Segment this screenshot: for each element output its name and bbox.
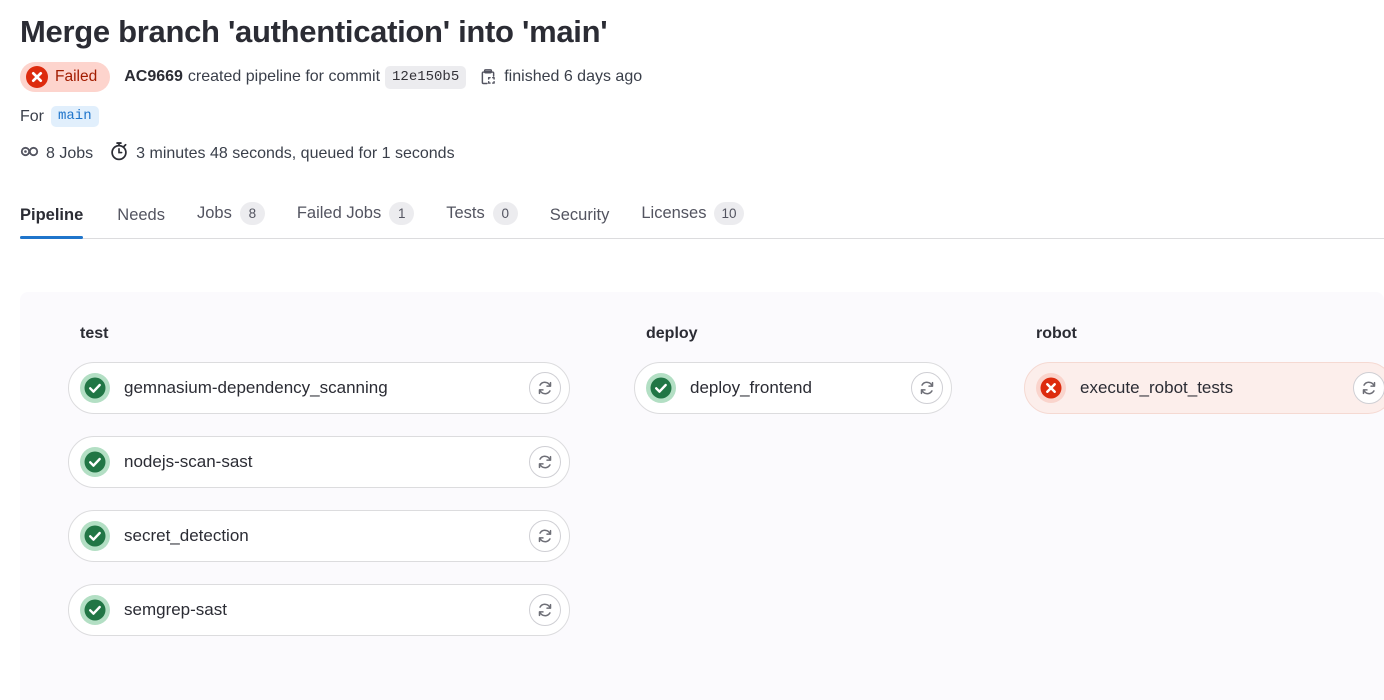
tab-security[interactable]: Security xyxy=(534,206,626,238)
stage-column-robot: robot execute_robot_tests xyxy=(1024,324,1384,436)
tab-tests[interactable]: Tests 0 xyxy=(430,202,534,238)
stage-name: robot xyxy=(1036,325,1077,342)
pipeline-graph: test gemnasium-dependency_scanning nodejs-… xyxy=(20,292,1384,700)
tab-label: Pipeline xyxy=(20,206,84,224)
retry-job-button[interactable] xyxy=(529,594,561,626)
retry-job-button[interactable] xyxy=(529,520,561,552)
duration-label: 3 minutes 48 seconds, queued for 1 secon… xyxy=(136,144,455,162)
retry-job-button[interactable] xyxy=(911,372,943,404)
jobs-count-label: 8 Jobs xyxy=(46,144,94,162)
pipeline-ref-row: For main xyxy=(20,106,1384,127)
job-card[interactable]: gemnasium-dependency_scanning xyxy=(68,362,570,414)
job-card[interactable]: semgrep-sast xyxy=(68,584,570,636)
job-name: semgrep-sast xyxy=(124,600,227,619)
status-success-icon xyxy=(79,372,111,404)
stage-column-deploy: deploy deploy_frontend xyxy=(634,324,952,436)
created-text: created pipeline for commit xyxy=(187,68,381,85)
tab-label: Jobs xyxy=(196,204,232,222)
status-success-icon xyxy=(79,594,111,626)
pipeline-author[interactable]: AC9669 xyxy=(124,68,183,86)
tab-badge: 0 xyxy=(492,202,518,225)
tab-label: Needs xyxy=(117,206,165,224)
page-title: Merge branch 'authentication' into 'main… xyxy=(20,14,608,49)
pipeline-stats-row: 8 Jobs 3 minutes 48 seconds, queued for … xyxy=(20,141,1384,166)
stage-name: test xyxy=(80,325,109,342)
status-failed-icon xyxy=(1035,372,1067,404)
stage-column-test: test gemnasium-dependency_scanning nodejs-… xyxy=(68,324,570,658)
pipeline-header: Merge branch 'authentication' into 'main… xyxy=(0,0,1384,166)
tab-pipeline[interactable]: Pipeline xyxy=(20,206,101,239)
for-label: For xyxy=(20,107,44,125)
job-card[interactable]: secret_detection xyxy=(68,510,570,562)
tab-label: Licenses xyxy=(641,204,707,222)
finished-text: finished 6 days ago xyxy=(504,68,643,85)
job-name: secret_detection xyxy=(124,526,249,545)
tab-failed-jobs[interactable]: Failed Jobs 1 xyxy=(281,202,430,238)
job-card[interactable]: execute_robot_tests xyxy=(1024,362,1384,414)
tab-badge: 10 xyxy=(714,202,744,225)
retry-job-button[interactable] xyxy=(529,446,561,478)
clipboard-copy-icon[interactable] xyxy=(476,65,500,89)
pipeline-jobs-icon xyxy=(20,142,39,166)
job-name: deploy_frontend xyxy=(690,378,812,397)
tab-label: Tests xyxy=(446,204,485,222)
status-badge: Failed xyxy=(20,62,111,92)
ref-chip[interactable]: main xyxy=(51,106,99,127)
stopwatch-icon xyxy=(109,141,129,166)
tab-badge: 1 xyxy=(389,202,415,225)
tab-jobs[interactable]: Jobs 8 xyxy=(181,202,281,238)
retry-job-button[interactable] xyxy=(529,372,561,404)
job-card[interactable]: nodejs-scan-sast xyxy=(68,436,570,488)
pipeline-page: Merge branch 'authentication' into 'main… xyxy=(0,0,1384,700)
status-badge-label: Failed xyxy=(55,68,98,85)
pipeline-tabs: Pipeline Needs Jobs 8 Failed Jobs 1 Tests 0 Secu… xyxy=(20,190,1384,239)
tab-badge: 8 xyxy=(239,202,265,225)
job-name: execute_robot_tests xyxy=(1080,378,1234,397)
job-name: nodejs-scan-sast xyxy=(124,452,253,471)
status-failed-icon xyxy=(26,66,48,88)
duration-stat: 3 minutes 48 seconds, queued for 1 secon… xyxy=(109,141,455,166)
status-success-icon xyxy=(79,446,111,478)
job-card[interactable]: deploy_frontend xyxy=(634,362,952,414)
tab-label: Security xyxy=(549,206,610,224)
job-name: gemnasium-dependency_scanning xyxy=(124,378,388,397)
tab-licenses[interactable]: Licenses 10 xyxy=(625,202,759,238)
stage-name: deploy xyxy=(646,325,698,342)
retry-job-button[interactable] xyxy=(1353,372,1384,404)
status-success-icon xyxy=(645,372,677,404)
commit-sha[interactable]: 12e150b5 xyxy=(385,65,467,89)
tab-label: Failed Jobs xyxy=(296,204,382,222)
tab-needs[interactable]: Needs xyxy=(101,206,181,238)
jobs-count-stat: 8 Jobs xyxy=(20,142,93,166)
status-success-icon xyxy=(79,520,111,552)
pipeline-meta-row: Failed AC9669 created pipeline for commi… xyxy=(20,62,1384,92)
